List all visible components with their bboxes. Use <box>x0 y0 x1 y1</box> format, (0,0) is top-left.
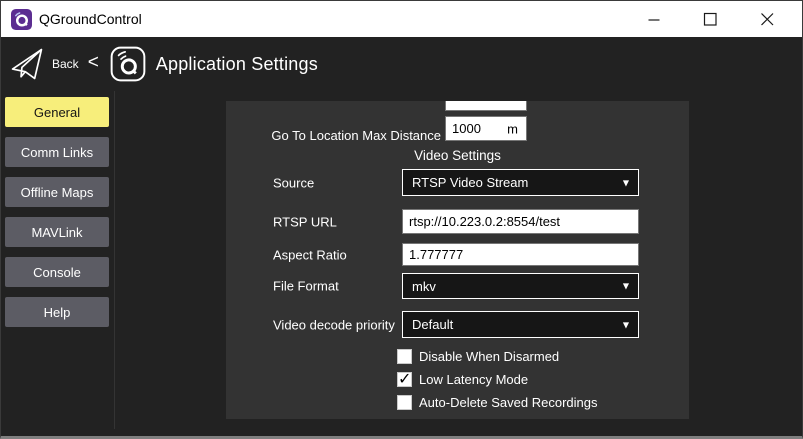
rtsp-url-label: RTSP URL <box>273 214 337 229</box>
rtsp-url-input[interactable] <box>402 209 639 234</box>
sidebar-item-general[interactable]: General <box>5 97 109 127</box>
chevron-down-icon: ▼ <box>623 282 629 291</box>
video-settings-heading: Video Settings <box>226 148 689 163</box>
qgroundcontrol-window: QGroundControl Back <box>0 0 803 439</box>
sidebar-item-mavlink[interactable]: MAVLink <box>5 217 109 247</box>
decode-priority-dropdown[interactable]: Default ▼ <box>402 311 639 338</box>
window-title: QGroundControl <box>39 11 142 27</box>
sidebar-item-comm-links[interactable]: Comm Links <box>5 137 109 167</box>
max-distance-label: Go To Location Max Distance <box>226 128 441 143</box>
checkmark-icon: ✓ <box>398 369 411 388</box>
checkbox-auto-delete-recordings[interactable]: ✓ Auto-Delete Saved Recordings <box>397 394 598 410</box>
back-label: Back <box>52 57 79 71</box>
rtsp-url-row: RTSP URL <box>226 209 689 234</box>
file-format-dropdown-value: mkv <box>412 279 436 294</box>
chevron-down-icon: ▼ <box>623 178 629 187</box>
checkbox-box[interactable]: ✓ <box>397 349 412 364</box>
back-chevron-icon: < <box>88 52 99 74</box>
file-format-label: File Format <box>273 279 339 294</box>
max-distance-input[interactable]: m <box>445 116 527 141</box>
paper-plane-icon <box>10 45 44 83</box>
qgc-app-icon <box>11 9 32 30</box>
checkbox-label: Disable When Disarmed <box>419 349 559 364</box>
checkbox-box[interactable]: ✓ <box>397 372 412 387</box>
checkbox-label: Low Latency Mode <box>419 372 528 387</box>
minimize-button[interactable] <box>625 1 682 37</box>
source-label: Source <box>273 175 314 190</box>
source-dropdown-value: RTSP Video Stream <box>412 175 528 190</box>
back-button[interactable]: Back < <box>10 45 99 83</box>
sidebar-item-offline-maps[interactable]: Offline Maps <box>5 177 109 207</box>
page-title: Application Settings <box>156 54 318 75</box>
sidebar-item-help[interactable]: Help <box>5 297 109 327</box>
file-format-dropdown[interactable]: mkv ▼ <box>402 273 639 299</box>
source-dropdown[interactable]: RTSP Video Stream ▼ <box>402 169 639 196</box>
max-distance-unit: m <box>507 121 518 136</box>
checkbox-label: Auto-Delete Saved Recordings <box>419 395 598 410</box>
chevron-down-icon: ▼ <box>623 320 629 329</box>
scrolled-input-partial[interactable] <box>445 101 527 111</box>
checkbox-box[interactable]: ✓ <box>397 395 412 410</box>
rtsp-url-field[interactable] <box>403 210 638 233</box>
file-format-row: File Format mkv ▼ <box>226 273 689 299</box>
titlebar: QGroundControl <box>1 1 802 37</box>
header: Back < Application Settings <box>1 37 802 91</box>
close-button[interactable] <box>739 1 796 37</box>
sidebar-divider <box>114 91 115 429</box>
sidebar-item-console[interactable]: Console <box>5 257 109 287</box>
window-controls <box>625 1 796 37</box>
aspect-ratio-row: Aspect Ratio <box>226 243 689 266</box>
aspect-ratio-input[interactable] <box>402 243 639 266</box>
qgc-logo-icon <box>110 46 146 82</box>
source-row: Source RTSP Video Stream ▼ <box>226 169 689 196</box>
aspect-ratio-label: Aspect Ratio <box>273 247 347 262</box>
aspect-ratio-field[interactable] <box>403 244 638 265</box>
settings-panel: Go To Location Max Distance m Video Sett… <box>226 101 689 419</box>
decode-priority-label: Video decode priority <box>273 317 395 332</box>
checkbox-low-latency-mode[interactable]: ✓ Low Latency Mode <box>397 371 528 387</box>
scrolled-input-field[interactable] <box>446 101 526 110</box>
decode-priority-row: Video decode priority Default ▼ <box>226 311 689 338</box>
sidebar: General Comm Links Offline Maps MAVLink … <box>5 97 109 327</box>
checkbox-disable-when-disarmed[interactable]: ✓ Disable When Disarmed <box>397 348 559 364</box>
maximize-button[interactable] <box>682 1 739 37</box>
decode-priority-dropdown-value: Default <box>412 317 453 332</box>
